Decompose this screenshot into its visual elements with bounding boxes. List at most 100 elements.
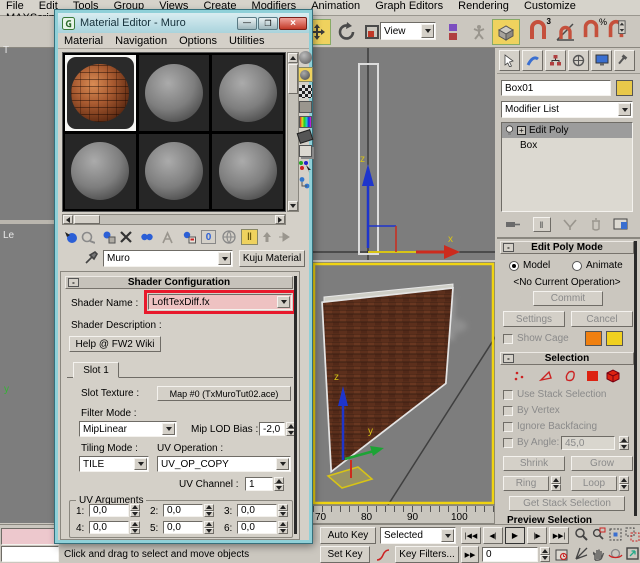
stack-item-edit-poly[interactable]: + Edit Poly — [502, 123, 632, 138]
angle-snap-button[interactable] — [553, 19, 579, 45]
rollout-shader-configuration[interactable]: - Shader Configuration — [65, 276, 293, 289]
get-stack-selection-button[interactable]: Get Stack Selection — [509, 496, 625, 511]
go-to-parent-button[interactable] — [258, 229, 275, 245]
uv-arg-3-field[interactable]: 0,0 — [237, 504, 277, 517]
cancel-button[interactable]: Cancel — [571, 311, 633, 327]
maximize-button[interactable]: ❐ — [258, 17, 278, 30]
scroll-right-icon[interactable] — [275, 215, 285, 224]
radio-animate[interactable]: Animate — [572, 260, 623, 271]
play-button[interactable]: ▶ — [505, 527, 525, 544]
default-tangents-button[interactable] — [374, 546, 392, 563]
select-and-rotate-button[interactable] — [334, 19, 360, 45]
show-cage-checkbox[interactable]: Show Cage — [503, 333, 569, 344]
collapse-icon[interactable]: - — [68, 278, 79, 287]
percent-snap-button[interactable]: % — [581, 19, 605, 45]
maximize-viewport-button[interactable] — [625, 546, 640, 563]
by-vertex-checkbox[interactable]: By Vertex — [503, 405, 560, 416]
rollout-selection[interactable]: - Selection — [500, 352, 634, 365]
go-to-start-button[interactable]: |◀◀ — [461, 527, 481, 544]
object-name-field[interactable]: Box01 — [501, 80, 611, 96]
remove-modifier-icon[interactable] — [590, 218, 602, 231]
assign-material-button[interactable] — [100, 229, 117, 245]
sample-slot[interactable] — [64, 133, 137, 211]
material-map-navigator-icon[interactable] — [298, 176, 312, 190]
by-angle-field[interactable]: 45,0 — [561, 436, 615, 450]
background-icon[interactable] — [299, 85, 312, 98]
show-map-in-viewport-button[interactable] — [220, 229, 237, 245]
ring-button[interactable]: Ring — [503, 476, 549, 491]
track-bar[interactable]: 70 80 90 100 — [312, 505, 495, 524]
key-mode-toggle-button[interactable]: ▶▶ — [461, 546, 479, 563]
object-color-swatch[interactable] — [616, 80, 633, 96]
viewport-perspective[interactable]: z y — [312, 262, 495, 505]
ring-spinner[interactable] — [551, 476, 561, 491]
chevron-down-icon[interactable] — [134, 458, 147, 470]
put-material-to-scene-button[interactable] — [79, 229, 96, 245]
current-frame-field[interactable]: 0 — [482, 547, 538, 562]
tab-create[interactable] — [499, 50, 520, 71]
reset-map-button[interactable] — [117, 229, 134, 245]
selection-set-dropdown[interactable]: Selected — [380, 527, 456, 544]
previous-frame-button[interactable]: ◀| — [483, 527, 503, 544]
mini-listener-macro[interactable] — [1, 528, 59, 545]
uv-arg-6-field[interactable]: 0,0 — [237, 521, 277, 534]
scroll-left-icon[interactable] — [63, 215, 73, 224]
make-unique-button[interactable] — [159, 229, 176, 245]
sample-slot[interactable] — [211, 133, 284, 211]
menu-customize[interactable]: Customize — [518, 0, 582, 12]
pin-stack-icon[interactable] — [505, 218, 521, 231]
key-filters-button[interactable]: Key Filters... — [395, 546, 459, 563]
uv-arg-4-field[interactable]: 0,0 — [89, 521, 129, 534]
sample-slot-active[interactable] — [64, 54, 137, 132]
sample-slot[interactable] — [138, 54, 211, 132]
tab-hierarchy[interactable] — [545, 50, 566, 71]
snaps-toggle-button[interactable] — [492, 19, 520, 45]
uv-arg-2-spinner[interactable] — [204, 504, 214, 517]
stack-item-box[interactable]: Box — [502, 138, 632, 152]
options-icon[interactable] — [299, 145, 312, 157]
backlight-button[interactable] — [298, 67, 313, 82]
uv-arg-1-spinner[interactable] — [130, 504, 140, 517]
scroll-up-icon[interactable] — [288, 53, 298, 63]
make-unique-icon[interactable] — [562, 218, 578, 231]
commit-button[interactable]: Commit — [533, 291, 603, 306]
zoom-extents-all-button[interactable] — [625, 527, 640, 544]
panel-scrollbar[interactable] — [634, 241, 637, 516]
pick-material-button[interactable] — [84, 250, 100, 266]
menu-animation[interactable]: Animation — [305, 0, 366, 12]
chevron-down-icon[interactable] — [618, 103, 631, 116]
snap-3d-button[interactable]: 3 — [527, 19, 551, 45]
frame-spinner[interactable] — [540, 547, 550, 562]
loop-button[interactable]: Loop — [571, 476, 617, 491]
loop-spinner[interactable] — [619, 476, 629, 491]
mip-lod-bias-field[interactable]: -2,0 — [259, 422, 285, 436]
uv-arg-5-spinner[interactable] — [204, 521, 214, 534]
help-wiki-button[interactable]: Help @ FW2 Wiki — [69, 336, 161, 352]
use-stack-selection-checkbox[interactable]: Use Stack Selection — [503, 389, 607, 400]
tiling-mode-dropdown[interactable]: TILE — [79, 456, 149, 472]
menu-rendering[interactable]: Rendering — [452, 0, 515, 12]
put-to-library-button[interactable] — [180, 229, 197, 245]
chevron-down-icon[interactable] — [421, 24, 434, 38]
slot-texture-button[interactable]: Map #0 (TxMuroTut02.ace) — [157, 386, 291, 401]
mini-listener-script[interactable] — [1, 546, 59, 562]
chevron-down-icon[interactable] — [441, 529, 454, 542]
by-angle-spinner[interactable] — [619, 436, 629, 450]
material-id-channel-button[interactable]: 0 — [201, 230, 216, 244]
get-material-button[interactable] — [62, 229, 79, 245]
zoom-button[interactable] — [574, 527, 590, 544]
auto-key-button[interactable]: Auto Key — [320, 527, 376, 544]
lightbulb-icon[interactable] — [505, 125, 514, 136]
cage-selected-color-swatch[interactable] — [606, 331, 623, 346]
me-menu-options[interactable]: Options — [173, 35, 223, 47]
radio-model[interactable]: Model — [509, 260, 550, 271]
tab-display[interactable] — [591, 50, 612, 71]
uv-arg-1-field[interactable]: 0,0 — [89, 504, 129, 517]
by-angle-checkbox[interactable]: By Angle: — [503, 437, 559, 448]
params-scrollbar[interactable] — [294, 276, 297, 534]
sample-slot[interactable] — [211, 54, 284, 132]
sample-slot[interactable] — [138, 133, 211, 211]
arc-rotate-button[interactable] — [608, 546, 624, 563]
material-type-button[interactable]: Kuju Material — [239, 250, 305, 267]
me-menu-navigation[interactable]: Navigation — [109, 35, 173, 47]
